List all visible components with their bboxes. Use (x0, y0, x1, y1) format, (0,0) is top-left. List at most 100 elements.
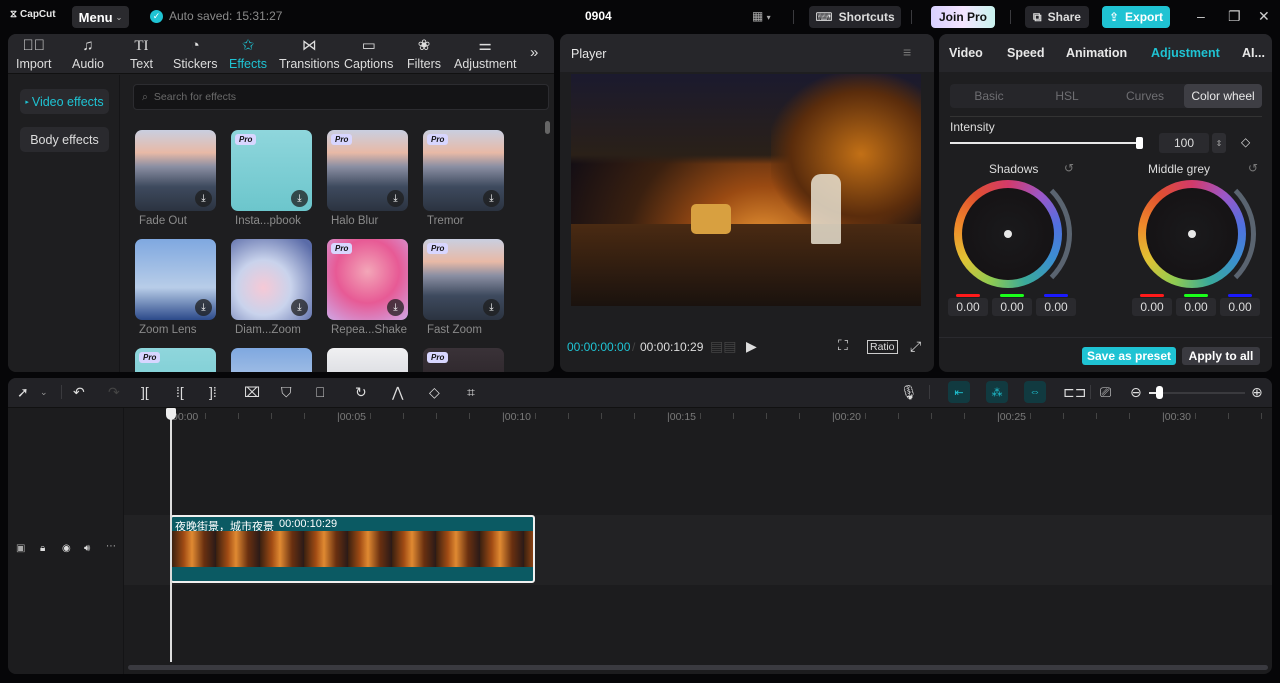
linkage-icon[interactable]: ⇔ (1024, 381, 1046, 403)
shortcuts-button[interactable]: ⌨ Shortcuts (809, 6, 901, 28)
zoom-in-icon[interactable]: ⊕ (1251, 384, 1263, 401)
intensity-slider-thumb[interactable] (1136, 137, 1143, 149)
lock-icon[interactable]: 🔒︎ (40, 543, 45, 554)
freeze-frame-icon[interactable]: ⎕ (316, 384, 324, 401)
reset-icon[interactable]: ↺ (1064, 161, 1074, 175)
tab-import[interactable]: ▶⃞ Import (16, 37, 51, 71)
download-icon[interactable]: ⤓ (483, 190, 500, 207)
download-icon[interactable]: ⤓ (195, 190, 212, 207)
effect-thumbnail[interactable]: Pro (135, 348, 216, 372)
tab-audio[interactable]: ♫ Audio (72, 37, 104, 71)
microphone-icon[interactable]: 🎙 (900, 384, 918, 401)
subtab-color-wheel[interactable]: Color wheel (1184, 84, 1262, 108)
download-icon[interactable]: ⤓ (195, 299, 212, 316)
more-tabs-button[interactable]: » (530, 44, 538, 62)
color-wheel[interactable] (954, 180, 1062, 288)
color-wheel[interactable] (1138, 180, 1246, 288)
r-value-input[interactable]: 0.00 (948, 298, 988, 316)
tab-adjustment[interactable]: Adjustment (1151, 46, 1220, 60)
download-icon[interactable]: ⤓ (483, 299, 500, 316)
crop-icon[interactable]: ⌗ (467, 384, 475, 401)
save-as-preset-button[interactable]: Save as preset (1082, 347, 1176, 365)
zoom-out-icon[interactable]: ⊖ (1130, 384, 1142, 401)
minimize-icon[interactable]: – (1197, 8, 1205, 24)
rotate-icon[interactable]: ◇ (429, 384, 440, 401)
download-icon[interactable]: ⤓ (291, 299, 308, 316)
color-wheel-handle[interactable] (1188, 230, 1196, 238)
keyframe-icon[interactable]: ◇ (1241, 135, 1250, 149)
delete-icon[interactable]: ⌧ (244, 384, 260, 401)
video-preview[interactable] (571, 74, 921, 306)
search-effects-input[interactable]: ⌕ Search for effects (133, 84, 549, 110)
category-body-effects[interactable]: Body effects (20, 127, 109, 152)
color-wheel-handle[interactable] (1004, 230, 1012, 238)
marker-icon[interactable]: ⛉ (281, 384, 292, 401)
subtab-basic[interactable]: Basic (950, 84, 1028, 108)
download-icon[interactable]: ⤓ (387, 299, 404, 316)
split-right-icon[interactable]: ]⁞ (209, 384, 217, 400)
reset-icon[interactable]: ↺ (1248, 161, 1258, 175)
effect-thumbnail[interactable]: Pro ⤓ (423, 239, 504, 320)
b-value-input[interactable]: 0.00 (1220, 298, 1260, 316)
play-icon[interactable]: ▶ (746, 338, 757, 355)
tab-stickers[interactable]: ◔ Stickers (173, 37, 217, 71)
reverse-icon[interactable]: ↻ (355, 384, 367, 401)
tab-speed[interactable]: Speed (1007, 46, 1045, 60)
tab-video[interactable]: Video (949, 46, 983, 60)
subtab-hsl[interactable]: HSL (1028, 84, 1106, 108)
effect-thumbnail[interactable]: Pro ⤓ (423, 130, 504, 211)
effect-thumbnail[interactable]: Pro ⤓ (231, 130, 312, 211)
zoom-to-fit-icon[interactable]: ⎚ (1100, 384, 1111, 401)
time-ruler[interactable]: 00:00 |00:05 |00:10 |00:15 |00:20 |00:25 |00:3… (124, 408, 1272, 428)
ratio-button[interactable]: Ratio (867, 340, 898, 354)
mirror-icon[interactable]: ⋀ (392, 384, 403, 401)
export-button[interactable]: ⇪ Export (1102, 6, 1170, 28)
preview-axis-icon[interactable]: ⊏⊐ (1063, 384, 1086, 401)
subtab-curves[interactable]: Curves (1106, 84, 1184, 108)
effect-thumbnail[interactable]: Pro ⤓ (327, 239, 408, 320)
close-icon[interactable]: ✕ (1258, 8, 1270, 25)
eye-icon[interactable]: ◉ (62, 543, 71, 554)
chevron-down-icon[interactable]: ⌄ (40, 387, 48, 398)
g-value-input[interactable]: 0.00 (992, 298, 1032, 316)
timeline-scrollbar[interactable] (128, 665, 1268, 670)
fit-view-icon[interactable]: ⛶ (838, 337, 848, 354)
effect-thumbnail[interactable] (327, 348, 408, 372)
zoom-slider-track[interactable] (1149, 392, 1245, 394)
main-track-magnet-icon[interactable]: ⇤ (948, 381, 970, 403)
select-cursor-icon[interactable]: ➚ (17, 384, 29, 401)
playhead-handle[interactable] (166, 408, 176, 420)
intensity-slider-track[interactable] (950, 142, 1140, 144)
playhead[interactable] (170, 408, 172, 662)
tab-captions[interactable]: ▭ Captions (344, 37, 393, 71)
more-icon[interactable]: ⋯ (106, 541, 116, 552)
auto-snapping-icon[interactable]: ⁂ (986, 381, 1008, 403)
share-button[interactable]: ⧉ Share (1025, 6, 1089, 28)
menu-button[interactable]: Menu ⌄ (72, 6, 129, 28)
effect-thumbnail[interactable]: ⤓ (231, 239, 312, 320)
download-icon[interactable]: ⤓ (387, 190, 404, 207)
download-icon[interactable]: ⤓ (291, 190, 308, 207)
tab-filters[interactable]: ❀ Filters (407, 37, 441, 71)
split-icon[interactable]: ][ (141, 384, 149, 400)
hamburger-menu-icon[interactable]: ≡ (903, 44, 911, 60)
g-value-input[interactable]: 0.00 (1176, 298, 1216, 316)
maximize-icon[interactable]: ❐ (1228, 8, 1241, 25)
effect-thumbnail[interactable]: ⤓ (135, 130, 216, 211)
join-pro-button[interactable]: Join Pro (931, 6, 995, 28)
intensity-input[interactable]: 100 (1159, 133, 1209, 153)
effect-thumbnail[interactable]: ⤓ (135, 239, 216, 320)
fullscreen-icon[interactable]: ⤢ (910, 338, 921, 355)
category-video-effects[interactable]: ▸ Video effects (20, 89, 109, 114)
split-left-icon[interactable]: ⁞[ (176, 384, 184, 400)
effect-thumbnail[interactable]: Pro (423, 348, 504, 372)
project-name[interactable]: 0904 (585, 9, 612, 23)
zoom-slider-thumb[interactable] (1155, 386, 1163, 399)
layout-icon[interactable]: ▦ ▾ (752, 9, 771, 23)
intensity-stepper[interactable]: ⇕ (1212, 133, 1226, 153)
r-value-input[interactable]: 0.00 (1132, 298, 1172, 316)
tab-effects[interactable]: ✩ Effects (229, 37, 267, 71)
volume-icon[interactable]: 🔊︎ (84, 543, 90, 554)
undo-icon[interactable]: ↶ (73, 384, 85, 401)
b-value-input[interactable]: 0.00 (1036, 298, 1076, 316)
